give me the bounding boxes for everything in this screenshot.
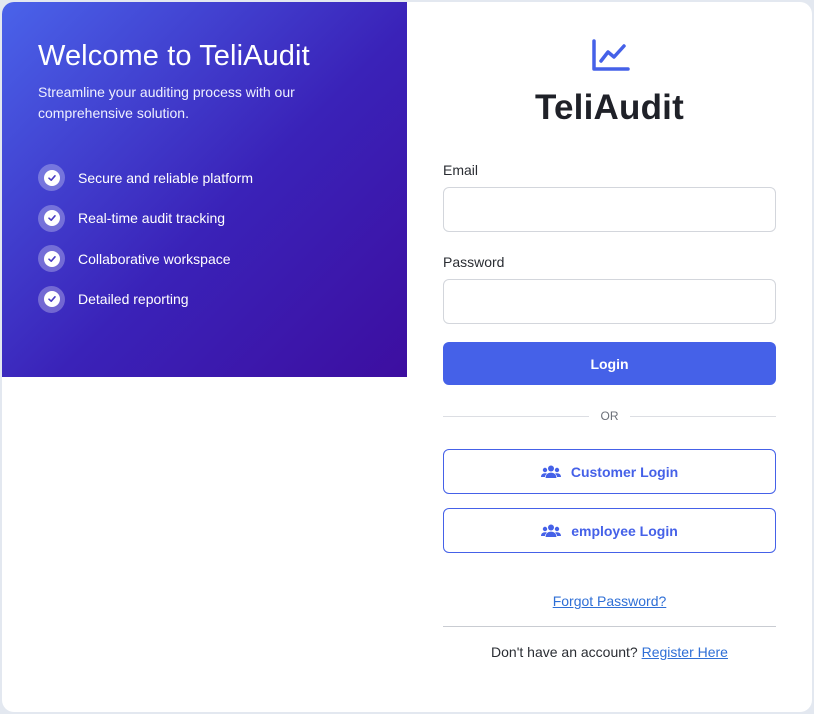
email-label: Email [443,162,479,178]
welcome-title: Welcome to TeliAudit [38,40,310,72]
forgot-password-row: Forgot Password? [407,593,812,609]
welcome-subtitle: Streamline your auditing process with ou… [38,84,295,121]
check-circle-icon [38,164,65,191]
password-input[interactable] [443,279,776,324]
customer-login-label: Customer Login [570,463,679,480]
users-icon [541,523,562,539]
feature-label: Collaborative workspace [78,250,231,267]
feature-list: Secure and reliable platform Real-time a… [38,164,253,326]
register-link[interactable]: Register Here [642,644,728,660]
forgot-password-link[interactable]: Forgot Password? [553,593,667,609]
check-circle-icon [38,204,65,232]
divider-line [630,416,776,417]
customer-login-button[interactable]: Customer Login [443,449,776,494]
feature-item: Secure and reliable platform [38,164,253,191]
employee-login-label: employee Login [571,522,678,539]
feature-item: Real-time audit tracking [38,204,253,232]
feature-label: Real-time audit tracking [78,210,226,226]
users-icon [540,464,561,480]
brand-title: TeliAudit [535,88,684,127]
feature-item: Detailed reporting [38,285,253,313]
or-divider: OR [443,408,776,424]
welcome-panel: Welcome to TeliAudit Streamline your aud… [2,2,407,377]
feature-item: Collaborative workspace [38,245,253,272]
login-form-panel: TeliAudit Email Password Login OR Custom… [407,2,812,712]
check-circle-icon [38,285,65,313]
feature-label: Detailed reporting [78,291,189,307]
register-row: Don't have an account? Register Here [407,644,812,660]
email-input[interactable] [443,187,776,232]
employee-login-button[interactable]: employee Login [443,508,776,553]
login-card: Welcome to TeliAudit Streamline your aud… [2,2,812,712]
footer-separator [443,626,776,627]
login-button[interactable]: Login [443,342,776,385]
password-label: Password [443,254,505,270]
check-circle-icon [38,245,65,272]
chart-line-icon [592,39,630,71]
feature-label: Secure and reliable platform [78,169,254,186]
no-account-text: Don't have an account? [491,644,638,660]
